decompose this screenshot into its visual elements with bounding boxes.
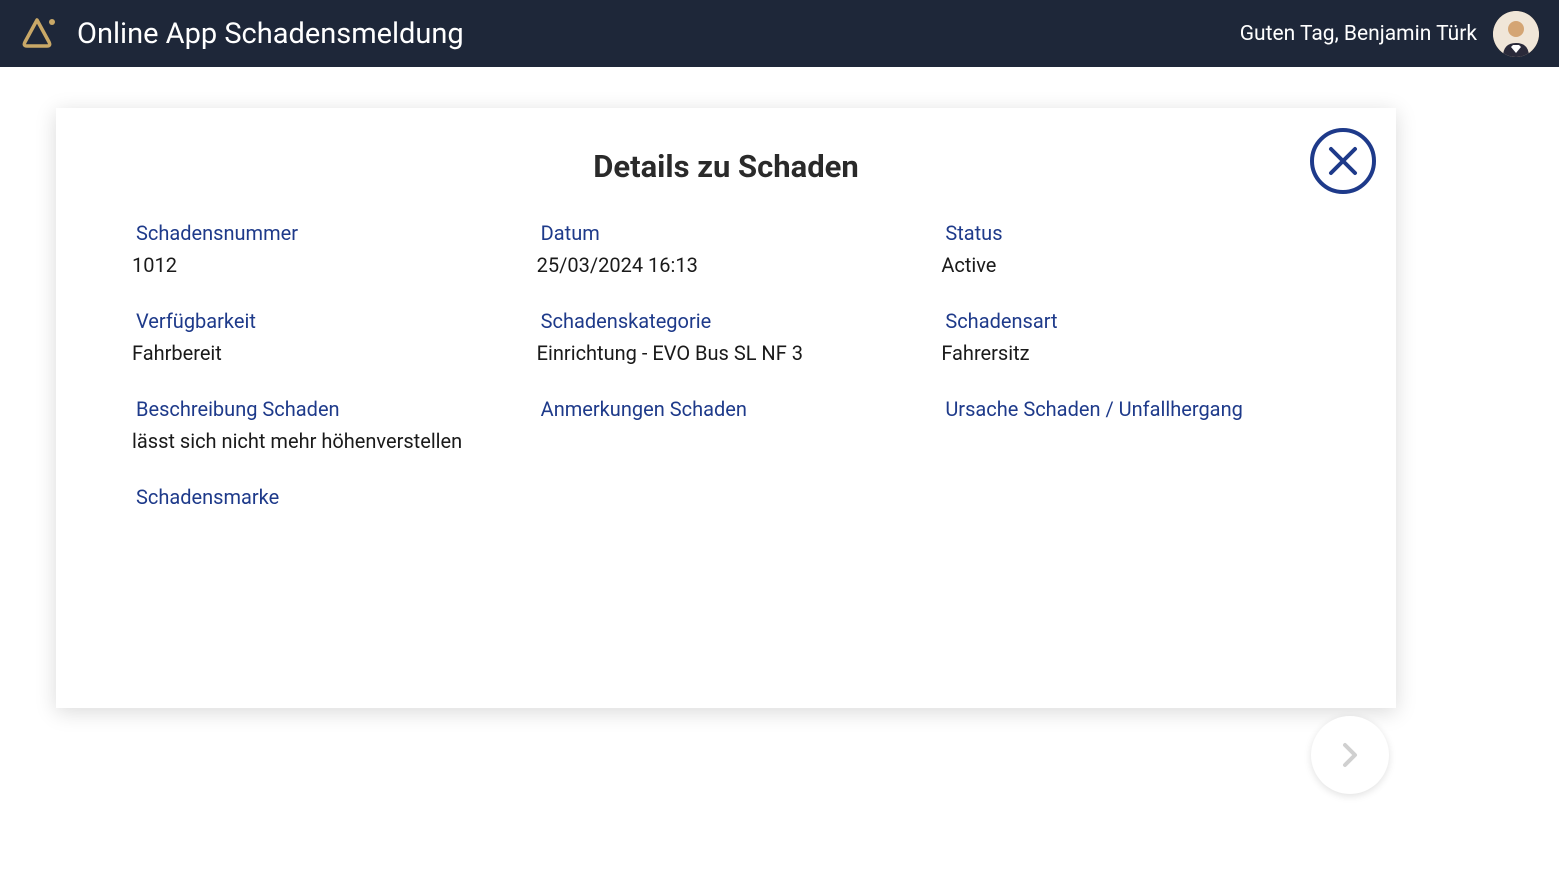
field-label: Ursache Schaden / Unfallhergang	[941, 397, 1326, 421]
field-schadensmarke: Schadensmarke	[132, 485, 517, 517]
field-label: Schadenskategorie	[537, 309, 922, 333]
field-label: Verfügbarkeit	[132, 309, 517, 333]
field-status: Status Active	[941, 221, 1326, 277]
user-avatar[interactable]	[1493, 11, 1539, 57]
field-label: Schadensart	[941, 309, 1326, 333]
details-grid: Schadensnummer 1012 Datum 25/03/2024 16:…	[126, 221, 1326, 517]
field-schadenskategorie: Schadenskategorie Einrichtung - EVO Bus …	[537, 309, 922, 365]
field-schadensart: Schadensart Fahrersitz	[941, 309, 1326, 365]
field-value: 1012	[132, 253, 517, 277]
field-value: lässt sich nicht mehr höhenverstellen	[132, 429, 517, 453]
details-card: Details zu Schaden Schadensnummer 1012 D…	[56, 108, 1396, 708]
header-left: Online App Schadensmeldung	[15, 12, 464, 56]
field-label: Anmerkungen Schaden	[537, 397, 922, 421]
header-right: Guten Tag, Benjamin Türk	[1240, 11, 1539, 57]
field-value: Fahrersitz	[941, 341, 1326, 365]
field-verfuegbarkeit: Verfügbarkeit Fahrbereit	[132, 309, 517, 365]
close-button[interactable]	[1310, 128, 1376, 194]
field-beschreibung: Beschreibung Schaden lässt sich nicht me…	[132, 397, 517, 453]
field-value: Fahrbereit	[132, 341, 517, 365]
field-label: Schadensmarke	[132, 485, 517, 509]
field-label: Datum	[537, 221, 922, 245]
app-title: Online App Schadensmeldung	[77, 17, 464, 51]
field-ursache: Ursache Schaden / Unfallhergang	[941, 397, 1326, 453]
field-label: Beschreibung Schaden	[132, 397, 517, 421]
field-datum: Datum 25/03/2024 16:13	[537, 221, 922, 277]
next-button[interactable]	[1311, 716, 1389, 794]
user-greeting: Guten Tag, Benjamin Türk	[1240, 22, 1477, 46]
close-icon	[1325, 143, 1361, 179]
field-value: Active	[941, 253, 1326, 277]
card-title: Details zu Schaden	[126, 148, 1326, 185]
chevron-right-icon	[1334, 739, 1366, 771]
field-label: Status	[941, 221, 1326, 245]
field-value: 25/03/2024 16:13	[537, 253, 922, 277]
field-anmerkungen: Anmerkungen Schaden	[537, 397, 922, 453]
field-schadensnummer: Schadensnummer 1012	[132, 221, 517, 277]
field-label: Schadensnummer	[132, 221, 517, 245]
field-value: Einrichtung - EVO Bus SL NF 3	[537, 341, 922, 365]
app-logo-icon	[15, 12, 59, 56]
app-header: Online App Schadensmeldung Guten Tag, Be…	[0, 0, 1559, 67]
